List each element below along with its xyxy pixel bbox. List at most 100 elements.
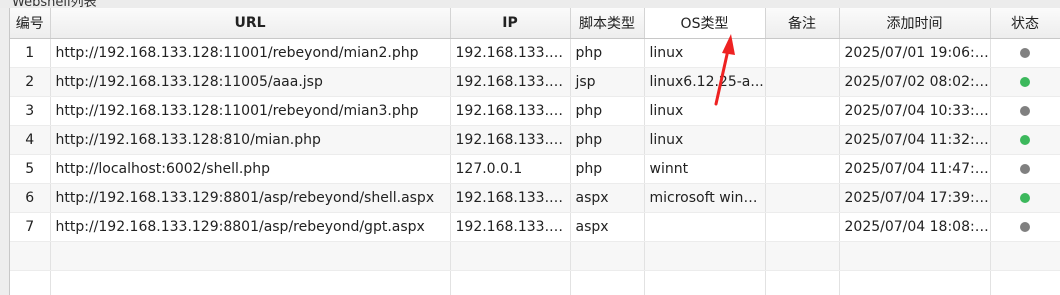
cell-id[interactable]: 3 [10,96,51,126]
col-header-status[interactable]: 状态 [990,8,1060,39]
cell-note[interactable] [765,96,840,126]
table-row[interactable]: 1 http://192.168.133.128:11001/rebeyond/m… [10,38,1060,68]
cell-ip[interactable]: 192.168.133.1... [450,96,571,126]
col-header-added-time[interactable]: 添加时间 [839,8,991,39]
cell-script-type[interactable]: aspx [570,212,645,242]
cell-added-time[interactable]: 2025/07/02 08:02:27 [839,67,991,97]
status-dot-icon [1020,222,1030,232]
cell-os-type[interactable]: microsoft wind... [644,183,766,213]
cell-id[interactable]: 4 [10,125,51,155]
cell-ip[interactable]: 192.168.133.1... [450,38,571,68]
empty-cell [990,241,1060,271]
cell-ip[interactable]: 192.168.133.1... [450,125,571,155]
cell-ip[interactable]: 192.168.133.1... [450,212,571,242]
cell-status [990,38,1060,68]
empty-cell [765,270,840,295]
empty-cell [570,270,645,295]
cell-status [990,67,1060,97]
empty-cell [839,241,991,271]
status-dot-icon [1020,48,1030,58]
empty-cell [839,270,991,295]
table-row[interactable]: 7 http://192.168.133.129:8801/asp/rebeyon… [10,212,1060,242]
status-dot-icon [1020,135,1030,145]
cell-added-time[interactable]: 2025/07/01 19:06:58 [839,38,991,68]
cell-url[interactable]: http://localhost:6002/shell.php [50,154,451,184]
status-dot-icon [1020,77,1030,87]
cell-os-type[interactable]: linux [644,38,766,68]
status-dot-icon [1020,193,1030,203]
cell-os-type[interactable]: linux6.12.25-a... [644,67,766,97]
cell-status [990,125,1060,155]
empty-cell [10,241,51,271]
left-panel-edge [0,8,10,295]
cell-url[interactable]: http://192.168.133.128:11001/rebeyond/mi… [50,96,451,126]
empty-cell [990,270,1060,295]
empty-cell [50,241,451,271]
status-dot-icon [1020,164,1030,174]
cell-os-type[interactable]: winnt [644,154,766,184]
app-window: Webshell列表 编号 URL IP 脚本类型 OS类型 备注 添加时间 状… [0,0,1060,295]
cell-script-type[interactable]: php [570,96,645,126]
table-row[interactable]: 5 http://localhost:6002/shell.php 127.0.0.… [10,154,1060,184]
cell-status [990,212,1060,242]
cell-script-type[interactable]: jsp [570,67,645,97]
cell-url[interactable]: http://192.168.133.129:8801/asp/rebeyond… [50,212,451,242]
empty-cell [50,270,451,295]
table-row[interactable]: 3 http://192.168.133.128:11001/rebeyond/m… [10,96,1060,126]
cell-note[interactable] [765,154,840,184]
empty-cell [450,270,571,295]
col-header-os-type[interactable]: OS类型 [643,8,766,39]
col-header-id[interactable]: 编号 [10,8,51,39]
webshell-table: 编号 URL IP 脚本类型 OS类型 备注 添加时间 状态 1 http://1… [10,8,1060,295]
col-header-note[interactable]: 备注 [765,8,840,39]
cell-ip[interactable]: 127.0.0.1 [450,154,571,184]
cell-script-type[interactable]: php [570,125,645,155]
cell-id[interactable]: 2 [10,67,51,97]
table-row[interactable]: 4 http://192.168.133.128:810/mian.php 192.… [10,125,1060,155]
table-body: 1 http://192.168.133.128:11001/rebeyond/m… [10,38,1060,295]
cell-added-time[interactable]: 2025/07/04 17:39:22 [839,183,991,213]
cell-note[interactable] [765,38,840,68]
cell-os-type[interactable] [644,212,766,242]
cell-script-type[interactable]: aspx [570,183,645,213]
empty-cell [765,241,840,271]
empty-row [10,241,1060,271]
col-header-ip[interactable]: IP [450,8,571,39]
cell-status [990,183,1060,213]
cell-note[interactable] [765,212,840,242]
cell-os-type[interactable]: linux [644,96,766,126]
table-row[interactable]: 6 http://192.168.133.129:8801/asp/rebeyon… [10,183,1060,213]
cell-status [990,96,1060,126]
cell-url[interactable]: http://192.168.133.128:810/mian.php [50,125,451,155]
cell-script-type[interactable]: php [570,154,645,184]
empty-cell [644,270,766,295]
cell-ip[interactable]: 192.168.133.1... [450,67,571,97]
empty-cell [10,270,51,295]
col-header-url[interactable]: URL [50,8,451,39]
empty-cell [450,241,571,271]
table-row[interactable]: 2 http://192.168.133.128:11005/aaa.jsp 192… [10,67,1060,97]
cell-added-time[interactable]: 2025/07/04 11:32:18 [839,125,991,155]
cell-id[interactable]: 1 [10,38,51,68]
empty-row [10,270,1060,295]
cell-status [990,154,1060,184]
cell-url[interactable]: http://192.168.133.128:11001/rebeyond/mi… [50,38,451,68]
col-header-script-type[interactable]: 脚本类型 [570,8,645,39]
cell-added-time[interactable]: 2025/07/04 10:33:55 [839,96,991,126]
empty-cell [570,241,645,271]
cell-note[interactable] [765,183,840,213]
status-dot-icon [1020,106,1030,116]
cell-os-type[interactable]: linux [644,125,766,155]
cell-note[interactable] [765,67,840,97]
cell-id[interactable]: 7 [10,212,51,242]
cell-ip[interactable]: 192.168.133.1... [450,183,571,213]
table-header-row: 编号 URL IP 脚本类型 OS类型 备注 添加时间 状态 [10,8,1060,39]
cell-note[interactable] [765,125,840,155]
cell-id[interactable]: 6 [10,183,51,213]
cell-url[interactable]: http://192.168.133.128:11005/aaa.jsp [50,67,451,97]
cell-added-time[interactable]: 2025/07/04 18:08:16 [839,212,991,242]
cell-script-type[interactable]: php [570,38,645,68]
cell-url[interactable]: http://192.168.133.129:8801/asp/rebeyond… [50,183,451,213]
cell-id[interactable]: 5 [10,154,51,184]
cell-added-time[interactable]: 2025/07/04 11:47:34 [839,154,991,184]
